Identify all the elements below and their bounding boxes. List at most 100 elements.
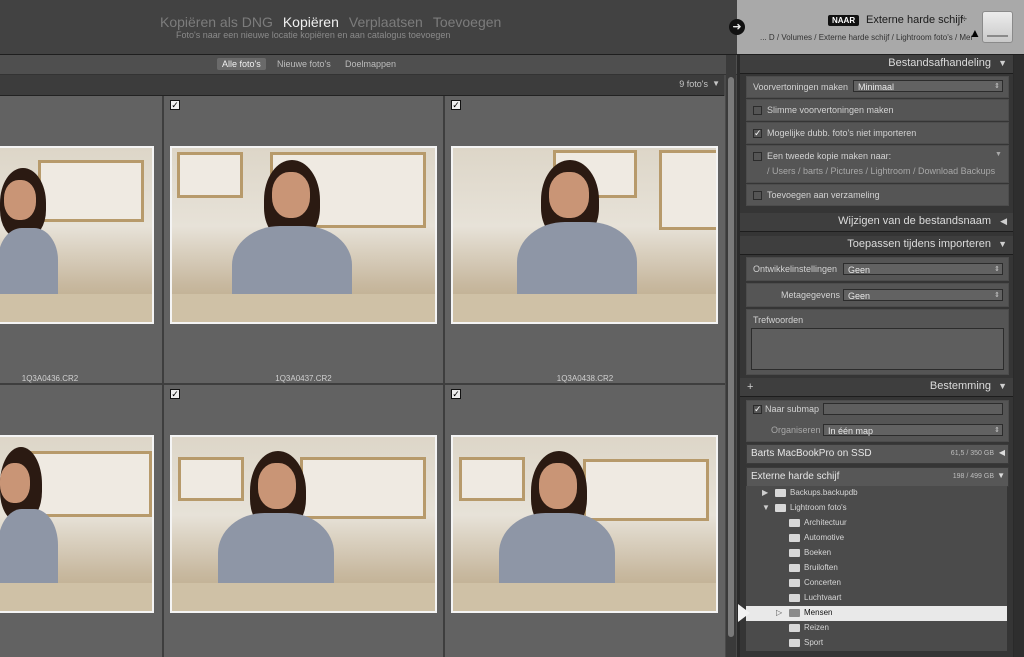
second-copy-path: / Users / barts / Pictures / Lightroom /… bbox=[767, 166, 996, 176]
collapse-icon[interactable]: ▼ bbox=[997, 471, 1005, 480]
folder-item[interactable]: Bruiloften bbox=[746, 561, 1007, 576]
volume-internal-ssd[interactable]: Barts MacBookPro on SSD 61,5 / 350 GB ◀ bbox=[746, 444, 1009, 464]
photo-thumbnail[interactable] bbox=[170, 146, 437, 324]
filter-new-photos[interactable]: Nieuwe foto's bbox=[272, 58, 336, 70]
photo-filename: 1Q3A0438.CR2 bbox=[556, 374, 614, 383]
expand-icon[interactable]: ◀ bbox=[1000, 216, 1007, 227]
collapse-icon[interactable]: ▼ bbox=[998, 239, 1007, 249]
collapse-icon[interactable]: ▼ bbox=[998, 58, 1007, 68]
folder-label: Mensen bbox=[804, 608, 833, 617]
photo-checkbox[interactable]: ✓ bbox=[170, 389, 180, 399]
folder-icon bbox=[789, 534, 800, 542]
second-copy-checkbox[interactable] bbox=[753, 152, 762, 161]
disclosure-icon[interactable]: ▼ bbox=[762, 503, 770, 512]
develop-select-value: Geen bbox=[848, 265, 871, 275]
mode-copy-as-dng[interactable]: Kopiëren als DNG bbox=[160, 14, 273, 30]
folder-item[interactable]: Sport bbox=[746, 636, 1007, 651]
photo-thumbnail[interactable] bbox=[0, 435, 154, 613]
subfolder-input[interactable] bbox=[823, 403, 1003, 415]
photo-filename: 1Q3A0437.CR2 bbox=[275, 374, 332, 383]
section-destination-header[interactable]: + Bestemming ▼ bbox=[740, 378, 1013, 397]
folder-item[interactable]: ▼ Lightroom foto's bbox=[746, 501, 1007, 516]
external-drive-icon bbox=[982, 11, 1013, 43]
mode-add[interactable]: Toevoegen bbox=[433, 14, 502, 30]
thumbnail-grid: 1Q3A0436.CR2 ✓ 1Q3A0437.CR2 ✓ 1Q3A0438.C… bbox=[0, 96, 725, 657]
disclosure-icon[interactable]: ▶ bbox=[762, 488, 768, 497]
photo-checkbox[interactable]: ✓ bbox=[451, 389, 461, 399]
folder-item[interactable]: Reizen bbox=[746, 621, 1007, 636]
grid-cell[interactable]: 1Q3A0436.CR2 bbox=[0, 96, 162, 383]
filter-destination-folders[interactable]: Doelmappen bbox=[340, 58, 401, 70]
mouse-cursor-icon: ▲ bbox=[969, 26, 981, 40]
destination-name[interactable]: Externe harde schijf bbox=[866, 14, 963, 26]
photo-thumbnail[interactable] bbox=[451, 146, 718, 324]
subfolder-checkbox[interactable]: ✓ bbox=[753, 405, 762, 414]
grid-cell[interactable] bbox=[0, 385, 162, 657]
section-apply-header[interactable]: Toepassen tijdens importeren ▼ bbox=[740, 236, 1013, 255]
photo-checkbox[interactable]: ✓ bbox=[451, 100, 461, 110]
photo-checkbox[interactable]: ✓ bbox=[170, 100, 180, 110]
subfolder-row: ✓ Naar submap Organiseren In één map ⇕ bbox=[746, 400, 1009, 442]
smart-previews-label: Slimme voorvertoningen maken bbox=[767, 105, 894, 115]
folder-label: Automotive bbox=[804, 533, 845, 542]
arrow-right-icon: ➜ bbox=[729, 19, 745, 35]
no-duplicates-checkbox[interactable]: ✓ bbox=[753, 129, 762, 138]
develop-select[interactable]: Geen ⇕ bbox=[843, 263, 1003, 275]
add-folder-icon[interactable]: + bbox=[747, 381, 753, 393]
folder-item[interactable]: ▷ Mensen bbox=[746, 606, 1007, 621]
grid-cell[interactable]: ✓ bbox=[445, 385, 725, 657]
photo-thumbnail[interactable] bbox=[170, 435, 437, 613]
destination-chevron-icon[interactable]: ÷ bbox=[962, 14, 967, 24]
folder-item[interactable]: ▶ Backups.backupdb bbox=[746, 486, 1007, 501]
grid-scrollbar[interactable] bbox=[726, 55, 736, 657]
grid-cell[interactable]: ✓ 1Q3A0438.CR2 bbox=[445, 96, 725, 383]
filter-all-photos[interactable]: Alle foto's bbox=[217, 58, 266, 70]
grid-cell[interactable]: ✓ bbox=[164, 385, 443, 657]
select-arrows-icon: ⇕ bbox=[994, 427, 1000, 434]
folder-item[interactable]: Luchtvaart bbox=[746, 591, 1007, 606]
add-collection-checkbox[interactable] bbox=[753, 191, 762, 200]
section-title: Toepassen tijdens importeren bbox=[847, 238, 991, 250]
folder-icon bbox=[789, 564, 800, 572]
destination-header[interactable] bbox=[737, 0, 1024, 54]
mode-copy[interactable]: Kopiëren bbox=[283, 14, 339, 30]
folder-label: Luchtvaart bbox=[804, 593, 842, 602]
smart-previews-checkbox[interactable] bbox=[753, 106, 762, 115]
filter-bar: Alle foto's Nieuwe foto's Doelmappen bbox=[0, 55, 737, 75]
add-collection-label: Toevoegen aan verzameling bbox=[767, 190, 880, 200]
section-rename-header[interactable]: Wijzigen van de bestandsnaam ◀ bbox=[740, 213, 1013, 232]
panel-scrollbar[interactable] bbox=[1014, 55, 1024, 657]
section-file-handling-header[interactable]: Bestandsafhandeling ▼ bbox=[740, 55, 1013, 74]
folder-icon bbox=[789, 639, 800, 647]
metadata-label: Metagegevens bbox=[781, 290, 841, 300]
no-duplicates-row: ✓ Mogelijke dubb. foto's niet importeren bbox=[746, 122, 1009, 144]
keywords-input[interactable] bbox=[751, 328, 1004, 370]
collapse-icon[interactable]: ▼ bbox=[998, 381, 1007, 391]
photo-thumbnail[interactable] bbox=[0, 146, 154, 324]
select-arrows-icon: ⇕ bbox=[994, 83, 1000, 90]
sort-dropdown-icon[interactable]: ▼ bbox=[712, 79, 720, 88]
grid-cell[interactable]: ✓ 1Q3A0437.CR2 bbox=[164, 96, 443, 383]
smart-previews-row: Slimme voorvertoningen maken bbox=[746, 99, 1009, 121]
folder-item[interactable]: Concerten bbox=[746, 576, 1007, 591]
expand-icon[interactable]: ◀ bbox=[999, 448, 1005, 457]
folder-item[interactable]: Automotive bbox=[746, 531, 1007, 546]
volume-external-drive[interactable]: Externe harde schijf 198 / 499 GB ▼ bbox=[746, 467, 1009, 487]
grid-scroll-thumb[interactable] bbox=[728, 77, 734, 637]
preview-select-value: Minimaal bbox=[858, 82, 895, 92]
section-title: Bestandsafhandeling bbox=[888, 57, 991, 69]
metadata-select[interactable]: Geen ⇕ bbox=[843, 289, 1003, 301]
folder-item[interactable]: Architectuur bbox=[746, 516, 1007, 531]
no-duplicates-label: Mogelijke dubb. foto's niet importeren bbox=[767, 128, 917, 138]
second-copy-label: Een tweede kopie maken naar: bbox=[767, 151, 892, 161]
disclosure-icon[interactable]: ▷ bbox=[776, 608, 782, 617]
preview-select[interactable]: Minimaal ⇕ bbox=[853, 80, 1003, 92]
volume-size: 61,5 / 350 GB bbox=[950, 450, 994, 457]
organize-select[interactable]: In één map ⇕ bbox=[823, 424, 1003, 436]
folder-item[interactable]: Boeken bbox=[746, 546, 1007, 561]
mode-move[interactable]: Verplaatsen bbox=[349, 14, 423, 30]
folder-icon bbox=[789, 519, 800, 527]
second-copy-dropdown-icon[interactable]: ▼ bbox=[995, 151, 1002, 158]
keywords-label: Trefwoorden bbox=[753, 315, 804, 325]
photo-thumbnail[interactable] bbox=[451, 435, 718, 613]
